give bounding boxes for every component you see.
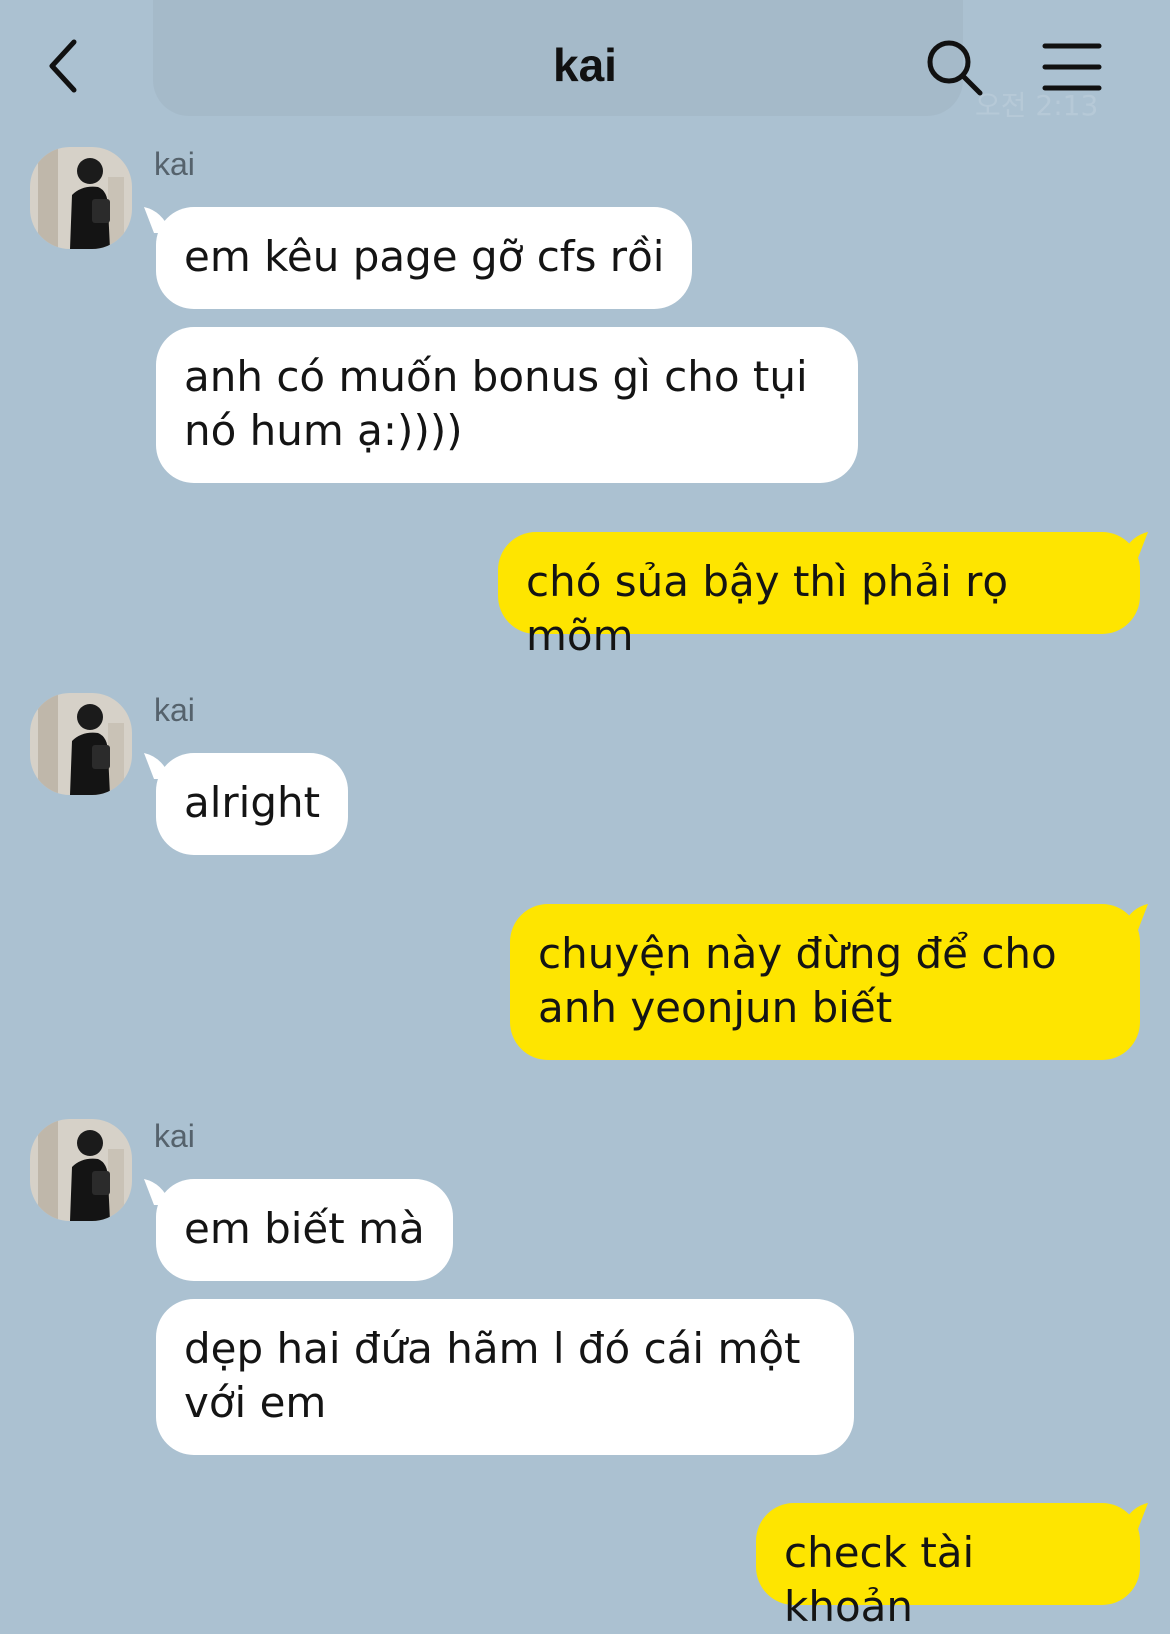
chat-header: 오전 2:13 kai (0, 0, 1170, 130)
avatar[interactable] (30, 693, 132, 795)
message-bubble[interactable]: chuyện này đừng để cho anh yeonjun biết (510, 904, 1140, 1060)
sender-name: kai (154, 692, 195, 728)
chat-title: kai (553, 39, 617, 91)
hamburger-menu-icon[interactable] (1042, 40, 1102, 94)
avatar[interactable] (30, 1119, 132, 1221)
message-bubble[interactable]: em biết mà (156, 1179, 453, 1281)
avatar[interactable] (30, 147, 132, 249)
sender-name: kai (154, 146, 195, 182)
message-bubble[interactable]: alright (156, 753, 349, 855)
message-bubble[interactable]: anh có muốn bonus gì cho tụi nó hum ạ:))… (156, 327, 858, 483)
message-bubble[interactable]: chó sủa bậy thì phải rọ mõm (498, 532, 1140, 660)
message-bubble[interactable]: dẹp hai đứa hãm l đó cái một với em (156, 1299, 854, 1455)
message-bubble[interactable]: check tài khoản (756, 1503, 1140, 1631)
message-bubble[interactable]: em kêu page gỡ cfs rồi (156, 207, 693, 309)
search-icon[interactable] (925, 38, 985, 98)
sender-name: kai (154, 1118, 195, 1154)
